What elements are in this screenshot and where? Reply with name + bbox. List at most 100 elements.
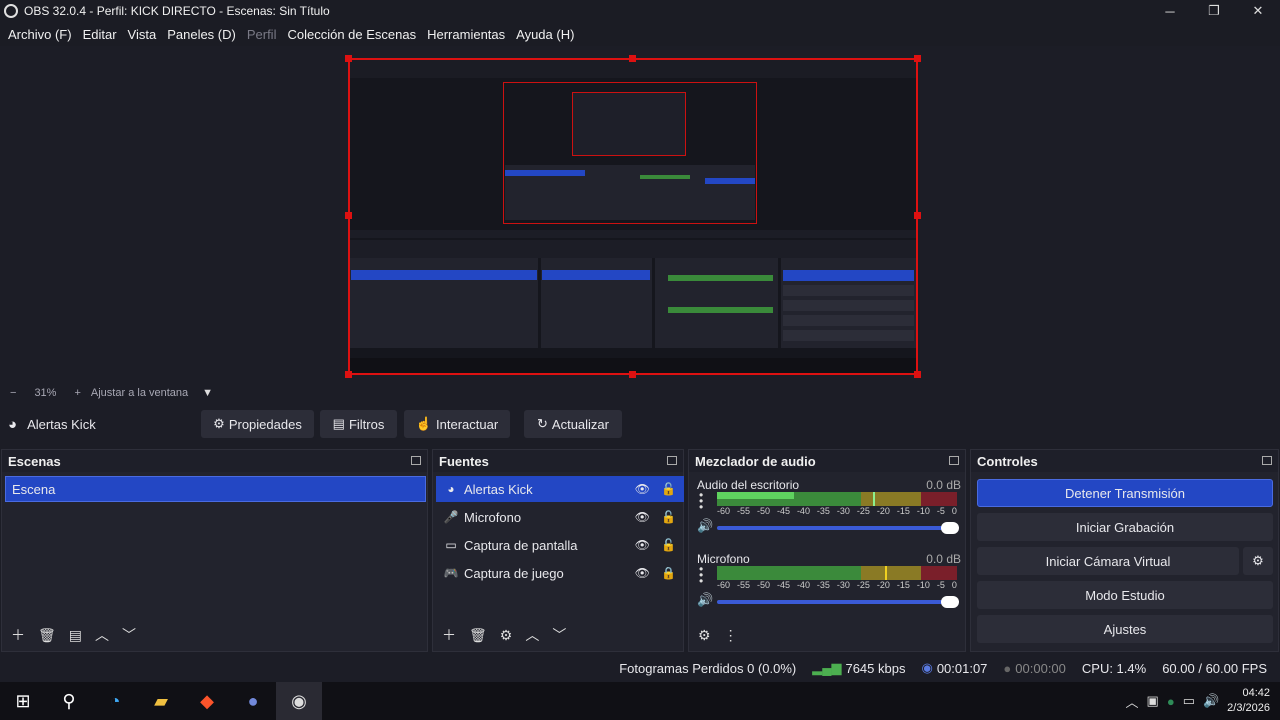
- gear-icon: ⚙: [1252, 553, 1264, 568]
- menu-paneles[interactable]: Paneles (D): [167, 27, 236, 42]
- gear-icon[interactable]: ⚙: [500, 627, 513, 644]
- menu-herramientas[interactable]: Herramientas: [427, 27, 505, 42]
- interact-button[interactable]: ☝ Interactuar: [404, 410, 510, 438]
- start-recording-button[interactable]: Iniciar Grabación: [977, 513, 1273, 541]
- zoom-fit-label[interactable]: Ajustar a la ventana: [91, 387, 188, 399]
- undock-icon[interactable]: [411, 456, 421, 465]
- stream-time: 00:01:07: [936, 660, 988, 676]
- source-toolbar: ◕ Alertas Kick: [0, 404, 1280, 448]
- sources-dock: Fuentes ◕ Alertas Kick 👁 🔓 🎤 Microfono 👁…: [432, 449, 684, 652]
- preview-canvas[interactable]: [348, 58, 918, 375]
- trash-icon[interactable]: 🗑: [38, 627, 56, 644]
- source-label: Captura de juego: [464, 565, 564, 581]
- trash-icon[interactable]: 🗑: [469, 627, 487, 644]
- menu-vista[interactable]: Vista: [128, 27, 157, 42]
- mixer-dock: Mezclador de audio Audio del escritorio 0…: [688, 449, 966, 652]
- source-item[interactable]: ▭ Captura de pantalla 👁 🔓: [436, 532, 684, 558]
- menu-editar[interactable]: Editar: [83, 27, 117, 42]
- mixer-channel: Microfono 0.0 dB • • • -60 -55 -50 -45 -40 -35 -3…: [697, 552, 961, 618]
- virtual-camera-settings-button[interactable]: ⚙: [1243, 547, 1273, 575]
- file-explorer-icon[interactable]: ▰: [138, 682, 184, 720]
- eye-icon[interactable]: 👁: [635, 566, 650, 580]
- zoom-out-button[interactable]: −: [10, 387, 16, 399]
- channel-db: 0.0 dB: [926, 478, 961, 492]
- properties-button[interactable]: ⚙ Propiedades: [201, 410, 314, 438]
- lock-icon[interactable]: 🔒: [661, 566, 676, 580]
- tray-status-icon[interactable]: ●: [1167, 694, 1175, 709]
- chevron-down-icon[interactable]: ▼: [202, 387, 213, 399]
- undock-icon[interactable]: [1262, 456, 1272, 465]
- move-down-icon[interactable]: ﹀: [552, 625, 566, 645]
- resize-handle[interactable]: [345, 212, 352, 219]
- resize-handle[interactable]: [629, 55, 636, 62]
- undock-icon[interactable]: [949, 456, 959, 465]
- volume-icon[interactable]: 🔊: [1203, 693, 1219, 709]
- close-icon[interactable]: ✕: [1236, 0, 1280, 22]
- edge-icon[interactable]: ◔: [92, 682, 138, 720]
- lock-icon[interactable]: 🔓: [661, 538, 676, 552]
- stop-stream-button[interactable]: Detener Transmisión: [977, 479, 1273, 507]
- resize-handle[interactable]: [914, 371, 921, 378]
- settings-button[interactable]: Ajustes: [977, 615, 1273, 643]
- zoom-in-button[interactable]: +: [74, 387, 80, 399]
- volume-meter: [717, 492, 957, 506]
- volume-slider[interactable]: [717, 596, 959, 608]
- lock-icon[interactable]: 🔓: [661, 482, 676, 496]
- speaker-icon[interactable]: 🔊: [697, 518, 713, 534]
- restore-icon[interactable]: ❐: [1192, 0, 1236, 22]
- cpu-usage: CPU: 1.4%: [1081, 660, 1147, 676]
- virtual-camera-button[interactable]: Iniciar Cámara Virtual: [977, 547, 1239, 575]
- refresh-button[interactable]: ↻ Actualizar: [524, 410, 622, 438]
- menu-perfil[interactable]: Perfil: [247, 27, 277, 42]
- resize-handle[interactable]: [345, 55, 352, 62]
- more-options-icon[interactable]: • • •: [699, 489, 703, 513]
- brave-icon[interactable]: ◆: [184, 682, 230, 720]
- more-options-icon[interactable]: ⋮: [724, 627, 738, 644]
- eye-icon[interactable]: 👁: [635, 482, 650, 496]
- filter-icon[interactable]: ▤: [69, 627, 82, 644]
- minimize-icon[interactable]: ─: [1148, 0, 1192, 22]
- filter-icon: ▤: [332, 416, 345, 431]
- eye-icon[interactable]: 👁: [635, 538, 650, 552]
- source-item[interactable]: 🎮 Captura de juego 👁 🔒: [436, 560, 684, 586]
- source-item[interactable]: 🎤 Microfono 👁 🔓: [436, 504, 684, 530]
- speaker-icon[interactable]: 🔊: [697, 592, 713, 608]
- source-item[interactable]: ◕ Alertas Kick 👁 🔓: [436, 476, 684, 502]
- discord-icon[interactable]: ●: [230, 682, 276, 720]
- move-up-icon[interactable]: ︿: [525, 625, 539, 645]
- tray-app-icon[interactable]: ▣: [1147, 693, 1159, 709]
- undock-icon[interactable]: [667, 456, 677, 465]
- obs-taskbar-icon[interactable]: ◉: [276, 682, 322, 720]
- search-icon[interactable]: ⚲: [46, 682, 92, 720]
- studio-mode-button[interactable]: Modo Estudio: [977, 581, 1273, 609]
- move-down-icon[interactable]: ﹀: [122, 625, 136, 645]
- resize-handle[interactable]: [345, 371, 352, 378]
- windows-start-icon[interactable]: ⊞: [0, 682, 46, 720]
- menu-coleccion-escenas[interactable]: Colección de Escenas: [287, 27, 416, 42]
- refresh-icon: ↻: [537, 416, 548, 431]
- resize-handle[interactable]: [914, 212, 921, 219]
- browser-icon: ◕: [8, 416, 18, 433]
- resize-handle[interactable]: [629, 371, 636, 378]
- network-icon[interactable]: ▭: [1183, 693, 1195, 709]
- chevron-up-icon[interactable]: ︿: [1126, 692, 1139, 711]
- scenes-dock: Escenas Escena ＋ 🗑 ▤ ︿ ﹀: [1, 449, 428, 652]
- filters-button[interactable]: ▤ Filtros: [320, 410, 397, 438]
- eye-icon[interactable]: 👁: [635, 510, 650, 524]
- menu-archivo[interactable]: Archivo (F): [8, 27, 72, 42]
- move-up-icon[interactable]: ︿: [95, 625, 109, 645]
- properties-label: Propiedades: [228, 416, 302, 432]
- more-options-icon[interactable]: • • •: [699, 563, 703, 587]
- scene-item[interactable]: Escena: [5, 476, 426, 502]
- lock-icon[interactable]: 🔓: [661, 510, 676, 524]
- system-clock[interactable]: 04:42 2/3/2026: [1227, 686, 1270, 716]
- add-icon[interactable]: ＋: [11, 625, 25, 645]
- volume-slider[interactable]: [717, 522, 959, 534]
- add-icon[interactable]: ＋: [442, 625, 456, 645]
- channel-name: Microfono: [697, 552, 750, 566]
- advanced-audio-icon[interactable]: ⚙: [698, 627, 711, 644]
- menu-ayuda[interactable]: Ayuda (H): [516, 27, 574, 42]
- resize-handle[interactable]: [914, 55, 921, 62]
- status-bar: Fotogramas Perdidos 0 (0.0%) ▂▄▆ 7645 kb…: [0, 654, 1280, 682]
- stream-icon: ◉: [921, 660, 933, 675]
